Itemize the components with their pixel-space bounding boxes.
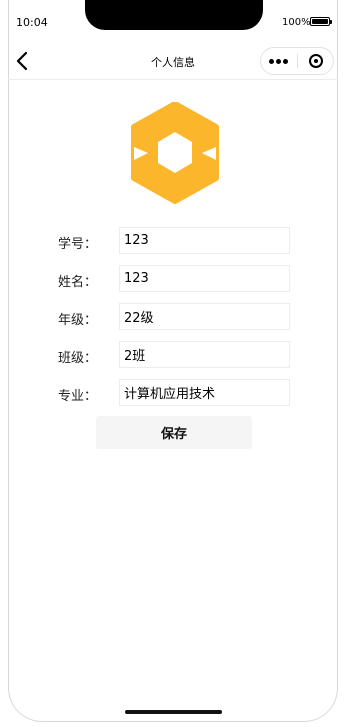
name-input[interactable]	[119, 265, 290, 292]
battery-percent: 100%	[282, 17, 311, 28]
student-id-input[interactable]	[119, 227, 290, 254]
class-input[interactable]	[119, 341, 290, 368]
navigation-bar: 个人信息	[8, 42, 338, 80]
star-logo-icon	[128, 101, 222, 204]
save-button[interactable]: 保存	[96, 416, 252, 449]
more-dots-icon[interactable]	[261, 48, 297, 74]
mini-program-capsule	[260, 47, 334, 75]
major-input[interactable]	[119, 379, 290, 406]
student-id-label: 学号：	[58, 237, 98, 252]
class-label: 班级：	[58, 351, 98, 366]
close-target-icon[interactable]	[298, 48, 334, 74]
name-label: 姓名：	[58, 275, 98, 290]
status-time: 10:04	[16, 16, 48, 29]
battery-icon	[310, 17, 332, 26]
major-label: 专业：	[58, 389, 98, 404]
camera-notch	[85, 0, 263, 30]
grade-label: 年级：	[58, 313, 98, 328]
grade-input[interactable]	[119, 303, 290, 330]
home-indicator	[125, 710, 222, 714]
